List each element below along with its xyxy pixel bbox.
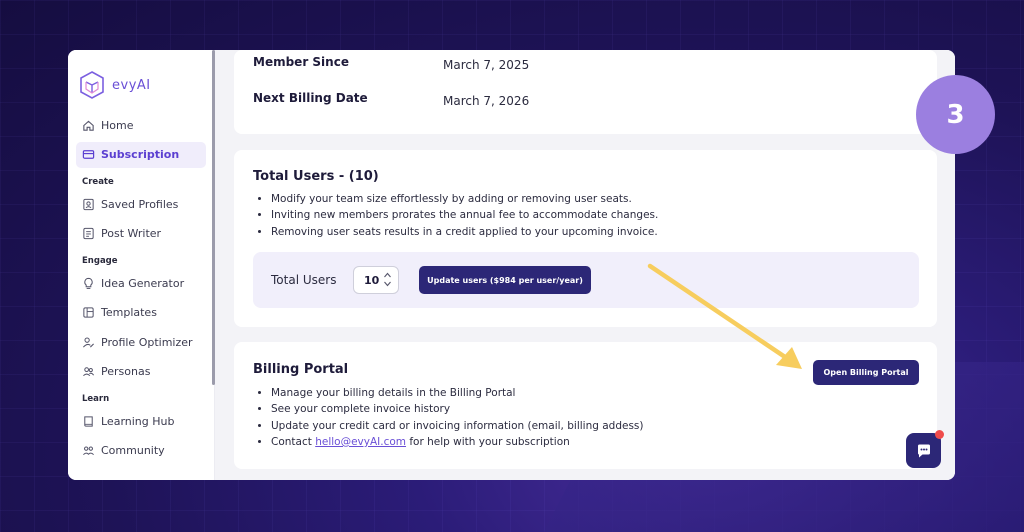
- arrow-shaft: [647, 263, 791, 362]
- annotation-arrow: [647, 263, 802, 369]
- arrow-head: [776, 347, 802, 369]
- chat-bubble-icon: [917, 444, 930, 457]
- notification-dot: [935, 430, 944, 439]
- chat-button[interactable]: [906, 433, 941, 468]
- step-number-badge: 3: [916, 75, 995, 154]
